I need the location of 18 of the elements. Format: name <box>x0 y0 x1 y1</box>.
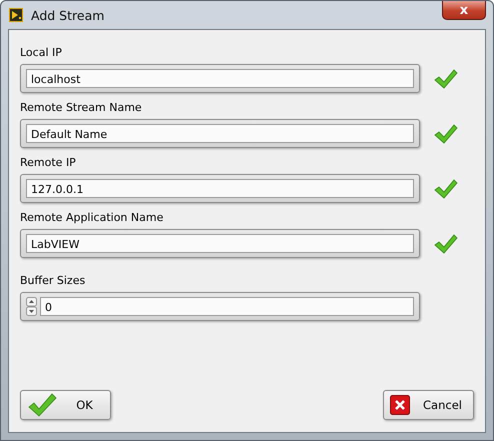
input-field[interactable]: 0 <box>20 292 420 321</box>
close-button[interactable]: x <box>442 1 486 20</box>
input-field[interactable]: Default Name <box>20 119 420 148</box>
field-label: Local IP <box>20 46 63 59</box>
dialog-button[interactable]: OK <box>20 390 111 420</box>
window-title: Add Stream <box>31 8 104 22</box>
input-field[interactable]: 127.0.0.1 <box>20 174 420 203</box>
close-icon <box>390 395 410 415</box>
checkmark-icon <box>27 393 57 417</box>
dialog-button[interactable]: Cancel <box>383 390 474 420</box>
field-label: Remote Stream Name <box>20 101 143 114</box>
input-field[interactable]: localhost <box>20 64 420 93</box>
input-field[interactable]: LabVIEW <box>20 229 420 258</box>
field-label: Remote IP <box>20 156 77 169</box>
spin-control[interactable] <box>26 297 37 316</box>
app-icon <box>9 8 23 22</box>
field-label: Remote Application Name <box>20 211 164 224</box>
field-label: Buffer Sizes <box>20 274 86 287</box>
